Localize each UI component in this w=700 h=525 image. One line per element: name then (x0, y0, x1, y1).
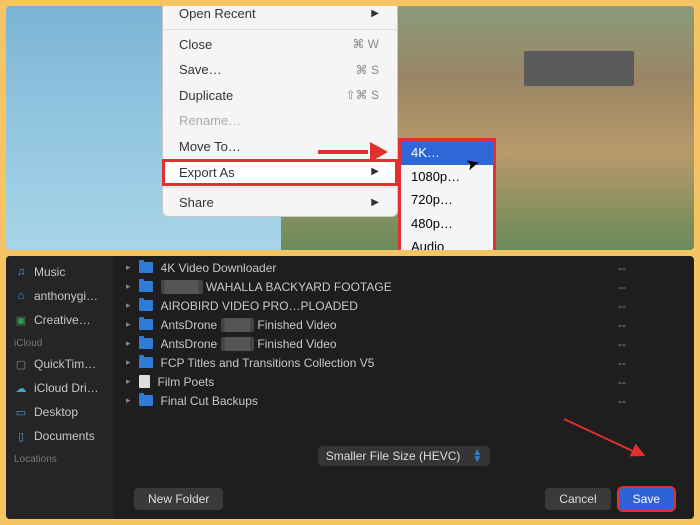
file-icon (139, 375, 150, 388)
menu-save[interactable]: Save…⌘ S (163, 57, 397, 83)
file-meta: -- (612, 356, 632, 370)
file-meta: -- (612, 337, 632, 351)
folder-icon (139, 395, 153, 406)
file-row[interactable]: ▸ FCP Titles and Transitions Collection V… (114, 353, 694, 372)
submenu-4k[interactable]: 4K… (401, 141, 493, 165)
chevron-right-icon: ▶ (371, 166, 379, 178)
annotation-arrow-icon (318, 142, 388, 162)
chevron-right-icon: ▶ (371, 197, 379, 209)
menu-separator (163, 29, 397, 30)
menu-close[interactable]: Close⌘ W (163, 32, 397, 58)
folder-icon (139, 262, 153, 273)
background-house (524, 51, 634, 86)
file-meta: -- (612, 375, 632, 389)
disclosure-icon: ▸ (126, 357, 131, 368)
sidebar-header-locations: Locations (6, 448, 114, 468)
context-menu: Open Recent▶ Close⌘ W Save…⌘ S Duplicate… (162, 6, 398, 217)
file-row[interactable]: ▸ AIROBIRD VIDEO PRO…PLOADED -- (114, 296, 694, 315)
menu-separator (163, 187, 397, 188)
sidebar-item-quicktime[interactable]: ▢QuickTim… (6, 352, 114, 376)
file-name: FCP Titles and Transitions Collection V5 (161, 356, 604, 370)
file-meta: -- (612, 318, 632, 332)
menu-rename: Rename… (163, 108, 397, 134)
file-name: AntsDrone ███ Finished Video (161, 318, 604, 332)
file-row[interactable]: ▸ Final Cut Backups -- (114, 391, 694, 410)
submenu-audio-only[interactable]: Audio Only… (401, 235, 493, 250)
disclosure-icon: ▸ (126, 319, 131, 330)
file-name: Final Cut Backups (161, 394, 604, 408)
music-icon: ♫ (14, 265, 28, 279)
format-row: Smaller File Size (HEVC) ▲▼ (114, 410, 694, 476)
disclosure-icon: ▸ (126, 262, 131, 273)
cancel-button[interactable]: Cancel (545, 488, 610, 510)
file-meta: -- (612, 280, 632, 294)
sidebar-item-documents[interactable]: ▯Documents (6, 424, 114, 448)
desktop-icon: ▭ (14, 405, 28, 419)
sidebar-item-home[interactable]: ⌂anthonygi… (6, 284, 114, 308)
home-icon: ⌂ (14, 289, 28, 303)
folder-icon (139, 357, 153, 368)
chevron-right-icon: ▶ (371, 8, 379, 20)
folder-icon: ▢ (14, 357, 28, 371)
file-name: AntsDrone ███ Finished Video (161, 337, 604, 351)
file-meta: -- (612, 394, 632, 408)
file-meta: -- (612, 299, 632, 313)
file-browser: ▸ 4K Video Downloader -- ▸ ████ WAHALLA BACK… (114, 256, 694, 519)
folder-icon (139, 319, 153, 330)
export-submenu: 4K… 1080p… 720p… 480p… Audio Only… (398, 138, 496, 250)
file-row[interactable]: ▸ ████ WAHALLA BACKYARD FOOTAGE -- (114, 277, 694, 296)
sidebar-item-desktop[interactable]: ▭Desktop (6, 400, 114, 424)
select-arrows-icon: ▲▼ (472, 449, 482, 463)
disclosure-icon: ▸ (126, 300, 131, 311)
submenu-720p[interactable]: 720p… (401, 188, 493, 212)
file-row[interactable]: ▸ AntsDrone ███ Finished Video -- (114, 315, 694, 334)
menu-duplicate[interactable]: Duplicate⇧⌘ S (163, 83, 397, 109)
sidebar-item-icloud-drive[interactable]: ☁iCloud Dri… (6, 376, 114, 400)
disclosure-icon: ▸ (126, 338, 131, 349)
folder-icon (139, 300, 153, 311)
menu-open-recent[interactable]: Open Recent▶ (163, 6, 397, 27)
new-folder-button[interactable]: New Folder (134, 488, 223, 510)
file-name: ████ WAHALLA BACKYARD FOOTAGE (161, 280, 604, 294)
format-select[interactable]: Smaller File Size (HEVC) ▲▼ (318, 446, 491, 466)
file-name: AIROBIRD VIDEO PRO…PLOADED (161, 299, 604, 313)
annotation-arrow-icon (564, 418, 654, 458)
file-row[interactable]: ▸ Film Poets -- (114, 372, 694, 391)
cloud-icon: ☁ (14, 381, 28, 395)
sidebar: ♫Music ⌂anthonygi… ▣Creative… iCloud ▢Qu… (6, 256, 114, 519)
file-row[interactable]: ▸ AntsDrone ███ Finished Video -- (114, 334, 694, 353)
sidebar-item-creative[interactable]: ▣Creative… (6, 308, 114, 332)
folder-icon (139, 338, 153, 349)
documents-icon: ▯ (14, 429, 28, 443)
top-screenshot: Open Recent▶ Close⌘ W Save…⌘ S Duplicate… (6, 6, 694, 250)
button-row: New Folder Cancel Save (114, 476, 694, 519)
sidebar-header-icloud: iCloud (6, 332, 114, 352)
save-dialog: ♫Music ⌂anthonygi… ▣Creative… iCloud ▢Qu… (6, 256, 694, 519)
file-name: Film Poets (158, 375, 604, 389)
file-name: 4K Video Downloader (161, 261, 604, 275)
folder-icon: ▣ (14, 313, 28, 327)
disclosure-icon: ▸ (126, 376, 131, 387)
menu-export-as[interactable]: Export As▶ (163, 160, 397, 186)
disclosure-icon: ▸ (126, 281, 131, 292)
file-row[interactable]: ▸ 4K Video Downloader -- (114, 258, 694, 277)
disclosure-icon: ▸ (126, 395, 131, 406)
file-meta: -- (612, 261, 632, 275)
save-button[interactable]: Save (619, 488, 674, 510)
menu-share[interactable]: Share▶ (163, 190, 397, 216)
sidebar-item-music[interactable]: ♫Music (6, 260, 114, 284)
submenu-480p[interactable]: 480p… (401, 212, 493, 236)
folder-icon (139, 281, 153, 292)
